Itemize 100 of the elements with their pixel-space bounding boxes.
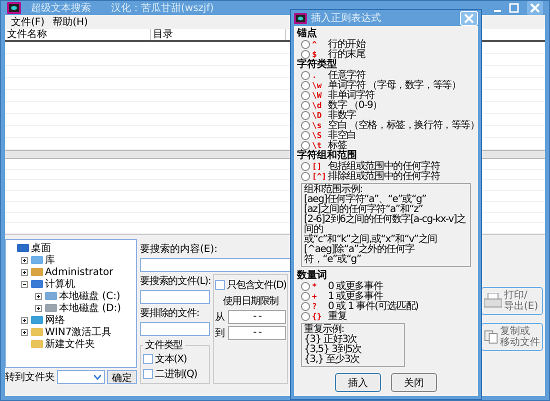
section-heading: 字符类型 <box>297 59 337 70</box>
date-picker[interactable]: - - <box>228 310 286 324</box>
radio-button[interactable] <box>301 110 310 120</box>
regex-token: \d <box>312 100 323 110</box>
radio-button[interactable] <box>301 282 310 290</box>
example-line: {3,5} 3到5次 <box>304 345 363 355</box>
regex-token: \s <box>312 120 323 130</box>
regex-token: [] <box>312 162 323 170</box>
tree-item[interactable]: 库 <box>45 253 55 267</box>
expander-icon[interactable] <box>21 268 29 276</box>
window-title: 超级文本搜索 <box>31 2 91 15</box>
files-label: 要搜索的文件(L): <box>140 274 210 288</box>
example-line: [2-6]2到6之间的任何数字[a-cg-kx-v]之间的 <box>304 215 467 235</box>
option-label: 数字 （0-9） <box>328 100 382 111</box>
file-type-title: 文件类型 <box>144 338 184 352</box>
column-header[interactable]: 目录 <box>151 29 286 40</box>
exclude-input[interactable] <box>140 322 210 336</box>
close-icon[interactable] <box>460 10 478 26</box>
tree-item[interactable]: 网络 <box>45 313 65 327</box>
tree-item[interactable]: 本地磁盘 (D:) <box>59 301 122 315</box>
radio-button[interactable] <box>301 120 310 130</box>
option-label: 行的末尾 <box>328 48 366 60</box>
radio-button[interactable] <box>301 130 310 140</box>
close-button[interactable]: 关闭 <box>391 373 437 392</box>
tree-item[interactable]: WIN7激活工具 <box>45 325 112 339</box>
example-line: {3,} 至少3次 <box>304 355 361 365</box>
menu-item[interactable]: 文件(F) <box>11 15 45 29</box>
tree-item[interactable]: 本地磁盘 (C:) <box>59 289 120 303</box>
menu-item[interactable]: 帮助(H) <box>52 15 88 29</box>
copy-icon <box>484 329 498 345</box>
example-line: [^aeg]除“a”之外的任何字符，“e”或“g” <box>304 245 416 265</box>
option-label: 任意字符 <box>328 68 366 81</box>
regex-token: \S <box>312 130 323 140</box>
radio-button[interactable] <box>301 70 310 80</box>
dialog-title: 插入正则表达式 <box>311 12 381 25</box>
section-heading: 锚点 <box>297 28 318 39</box>
expander-icon[interactable] <box>35 292 43 300</box>
copy-move-button[interactable]: 复制或 移动文件 <box>481 323 543 351</box>
radio-button[interactable] <box>301 172 310 180</box>
regex-token: \D <box>312 110 323 120</box>
radio-button[interactable] <box>301 100 310 110</box>
checkbox[interactable] <box>143 369 153 379</box>
close-icon[interactable] <box>527 1 543 15</box>
radio-button[interactable] <box>301 140 310 150</box>
option-label: 0 或更多事件 <box>328 280 383 292</box>
section-heading: 字符组和范围 <box>297 150 357 161</box>
maximize-icon[interactable] <box>509 3 519 13</box>
regex-token: {} <box>312 312 323 320</box>
goto-label: 转到文件夹 <box>5 370 55 384</box>
radio-button[interactable] <box>301 312 310 320</box>
option-label: 0 或 1 事件(可选匹配) <box>328 300 418 312</box>
option-label: 标签 <box>328 140 347 151</box>
ok-button[interactable]: 确定 <box>107 370 137 384</box>
expander-icon[interactable] <box>21 256 29 264</box>
checkbox[interactable] <box>143 354 153 364</box>
insert-button[interactable]: 插入 <box>335 373 381 392</box>
example-line: [az]之间的任何字符“a”和“z” <box>304 205 423 215</box>
window-subtitle: 汉化：苦瓜甘甜(wszjf) <box>111 2 214 15</box>
column-header[interactable]: 文件名称 <box>5 29 151 40</box>
option-label: 空白 （空格，标签，换行符，等等） <box>328 120 480 131</box>
radio-button[interactable] <box>301 302 310 310</box>
regex-token: \t <box>312 140 322 150</box>
radio-button[interactable] <box>301 90 310 100</box>
tree-item[interactable]: 桌面 <box>31 241 51 255</box>
regex-token: [^] <box>312 172 326 180</box>
example-line: 或“c”和“k”之间,或“x”和“v”之间 <box>304 235 438 245</box>
app-icon <box>294 12 307 24</box>
files-input[interactable] <box>140 290 210 304</box>
regex-token: ^ <box>312 40 318 48</box>
radio-button[interactable] <box>301 292 310 300</box>
option-label: 包括组或范围中的任何字符 <box>328 160 440 172</box>
tree-item[interactable]: 计算机 <box>45 277 75 291</box>
option-label: 单词字符 （字母，数字，等等） <box>328 80 461 91</box>
checkbox[interactable] <box>215 280 225 290</box>
radio-button[interactable] <box>301 162 310 170</box>
expander-icon[interactable] <box>21 328 29 336</box>
radio-button[interactable] <box>301 80 310 90</box>
option-label: 行的开始 <box>328 38 366 50</box>
tree-item[interactable]: 新建文件夹 <box>45 337 95 351</box>
option-label: 排除组或范围中的任何字符 <box>328 170 440 183</box>
exclude-label: 要排除的文件: <box>140 306 200 320</box>
expander-icon[interactable] <box>21 280 29 288</box>
regex-token: . <box>312 70 318 80</box>
tree-item[interactable]: Administrator <box>45 266 114 278</box>
example-line: [aeg]任何字符“a”、“e”或“g” <box>304 195 428 205</box>
expander-icon[interactable] <box>21 316 29 324</box>
regex-token: $ <box>312 50 318 58</box>
checkbox-label: 只包含文件(D) <box>227 278 286 292</box>
to-label: 到 <box>215 327 224 340</box>
folder-dropdown[interactable] <box>57 370 105 384</box>
date-picker[interactable]: - - <box>228 326 286 340</box>
option-label: 重复 <box>328 310 347 323</box>
expander-icon[interactable] <box>35 304 43 312</box>
content-label: 要搜索的内容(E): <box>140 242 218 256</box>
app-icon <box>7 2 21 14</box>
option-label: 非单词字符 <box>328 90 375 101</box>
radio-button[interactable] <box>301 50 310 58</box>
option-label: 1 或更多事件 <box>328 290 383 302</box>
radio-button[interactable] <box>301 40 310 48</box>
print-export-button[interactable]: 打印/ 导出(E) <box>481 287 543 315</box>
